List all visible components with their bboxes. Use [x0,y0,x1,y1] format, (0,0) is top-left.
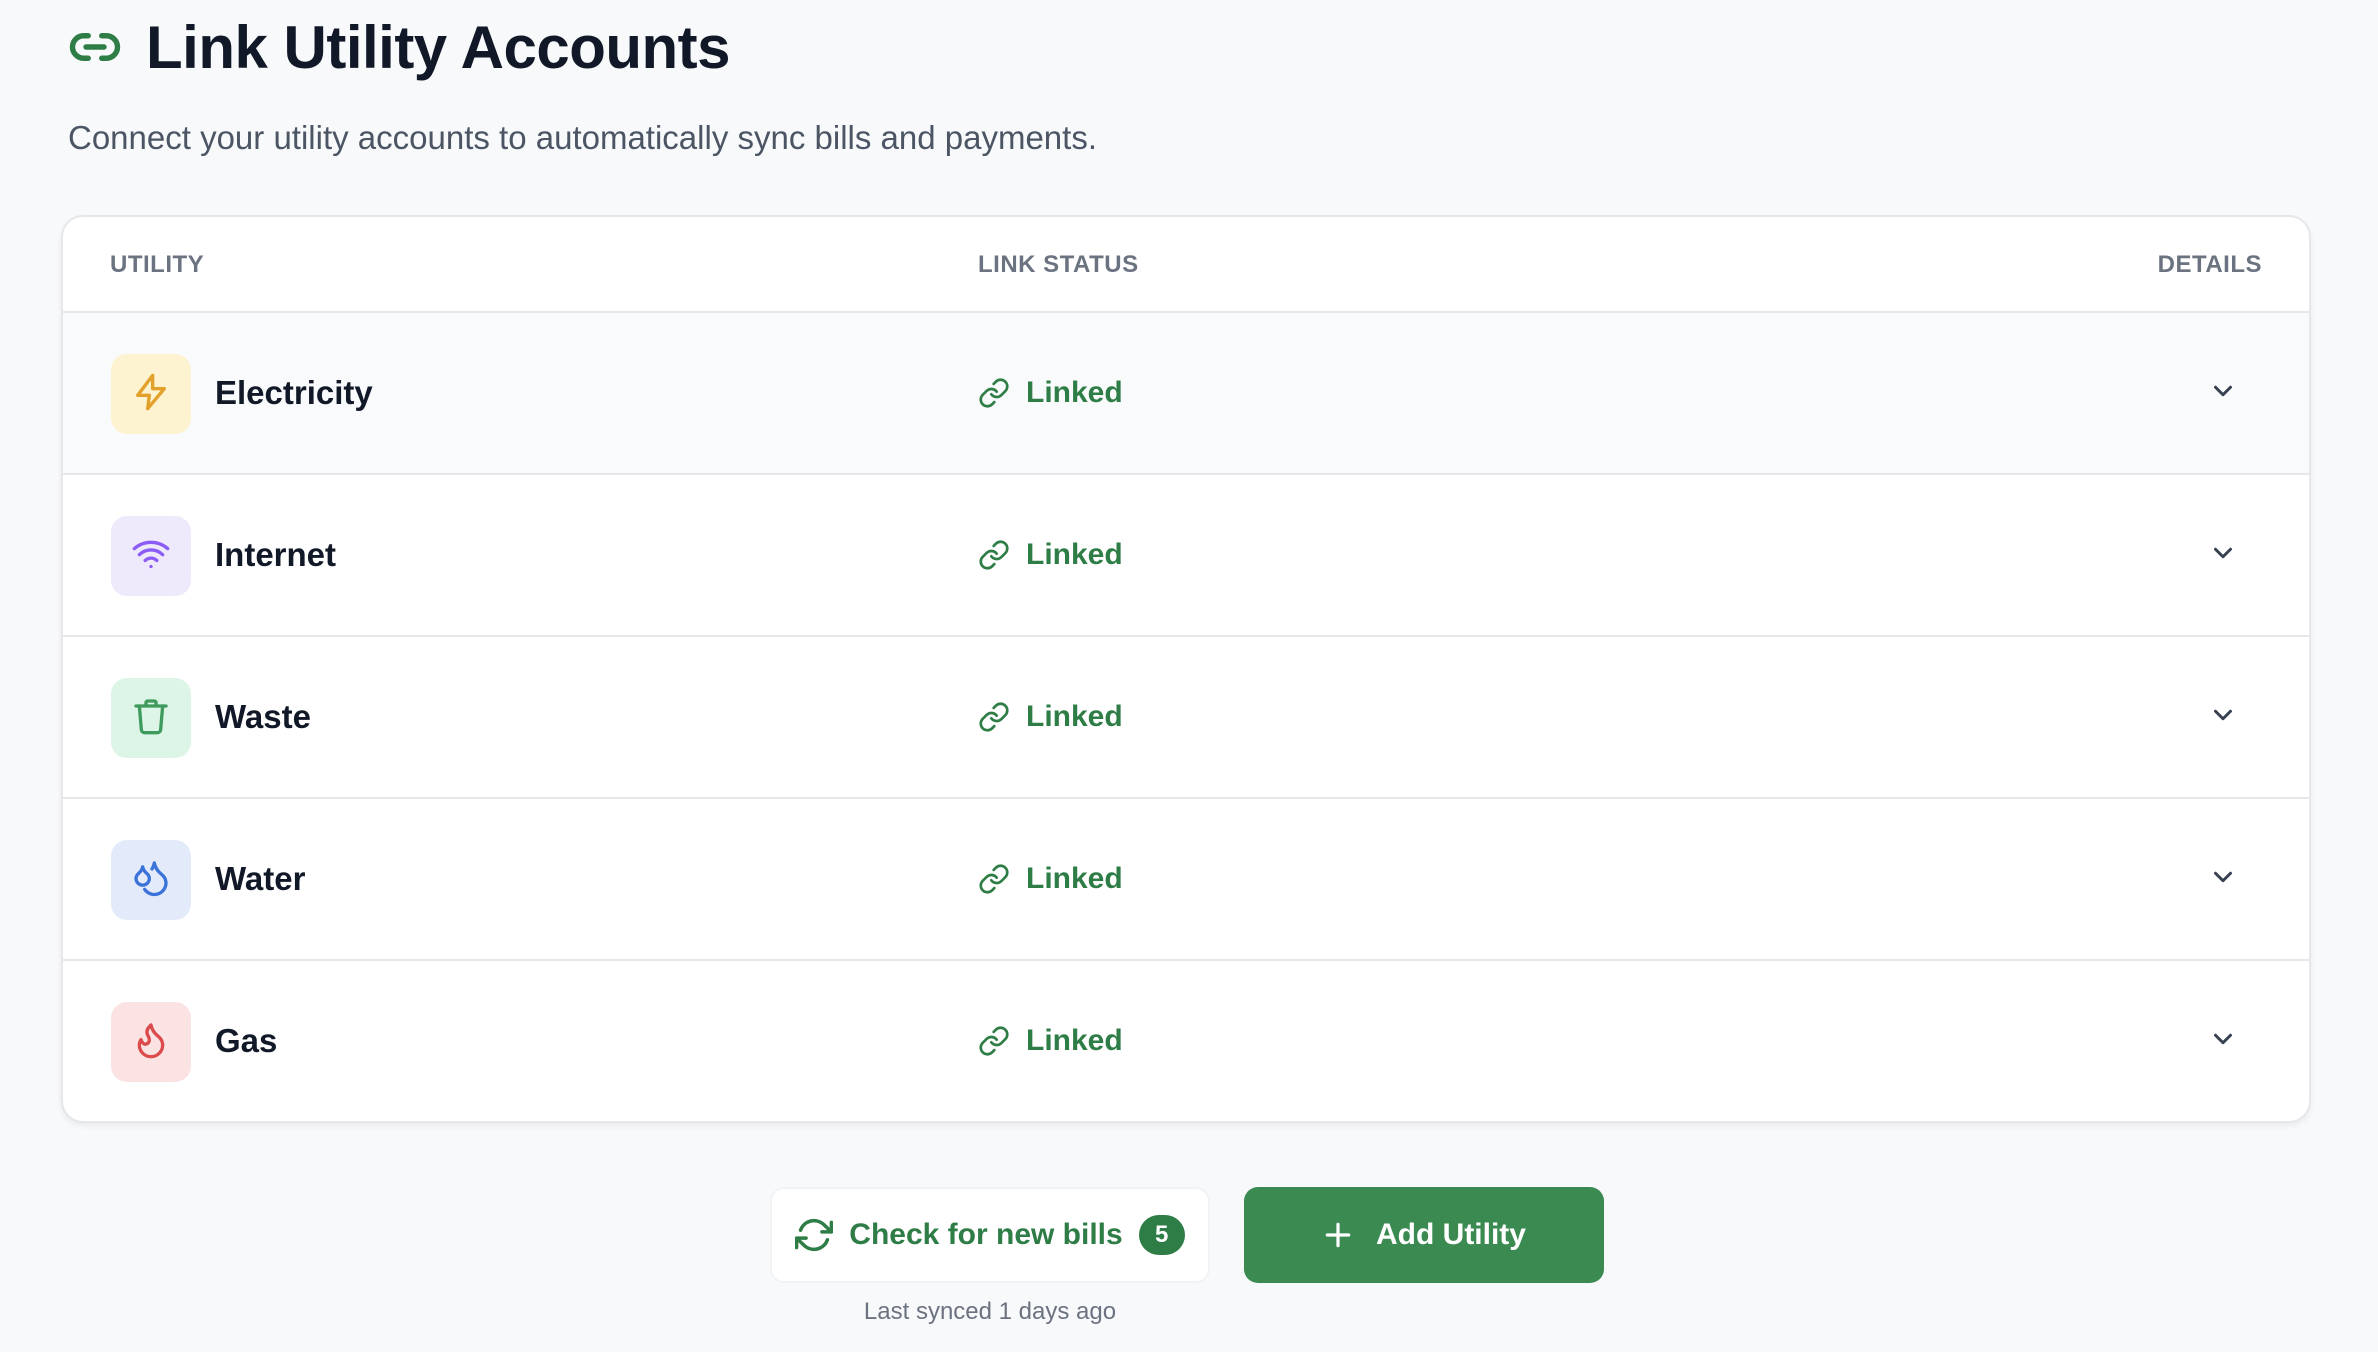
utilities-table: UTILITY LINK STATUS DETAILS Electricity [61,215,2311,1123]
link-status: Linked [978,475,1123,635]
internet-icon-tile [111,516,191,596]
plus-icon [1322,1218,1356,1252]
utility-name: Gas [215,1022,278,1059]
link-status-label: Linked [1026,538,1123,571]
table-row-electricity[interactable]: Electricity Linked [63,313,2309,475]
page-subtitle: Connect your utility accounts to automat… [68,119,1097,156]
table-header: UTILITY LINK STATUS DETAILS [63,217,2309,313]
link-status: Linked [978,637,1123,797]
water-icon-tile [111,840,191,920]
add-utility-label: Add Utility [1376,1218,1526,1251]
link-status-label: Linked [1026,376,1123,409]
utility-name: Electricity [215,374,373,411]
link-status: Linked [978,799,1123,959]
chevron-down-icon [2208,538,2238,573]
chevron-down-icon [2208,700,2238,735]
link-icon [978,538,1012,572]
waste-icon-tile [111,678,191,758]
table-row-water[interactable]: Water Linked [63,799,2309,961]
new-bills-count-badge: 5 [1138,1215,1185,1255]
utility-name: Water [215,860,306,897]
table-row-waste[interactable]: Waste Linked [63,637,2309,799]
link-status-label: Linked [1026,700,1123,733]
lightning-bolt-icon [131,372,171,417]
last-synced-text: Last synced 1 days ago [863,1298,1117,1325]
expand-details-button[interactable] [2201,371,2245,415]
chevron-down-icon [2208,862,2238,897]
column-header-utility: UTILITY [110,251,205,278]
link-icon [68,20,122,74]
actions-bar: Check for new bills 5 Add Utility [770,1187,1604,1283]
flame-icon [131,1020,171,1065]
column-header-link-status: LINK STATUS [978,251,1139,278]
wifi-icon [131,534,171,579]
trash-icon [131,696,171,741]
link-status: Linked [978,313,1123,473]
table-row-gas[interactable]: Gas Linked [63,961,2309,1121]
check-new-bills-button[interactable]: Check for new bills 5 [770,1187,1210,1283]
electricity-icon-tile [111,354,191,434]
water-drops-icon [131,858,171,903]
chevron-down-icon [2208,376,2238,411]
utility-name: Waste [215,698,311,735]
link-status-label: Linked [1026,1024,1123,1057]
expand-details-button[interactable] [2201,695,2245,739]
page-title: Link Utility Accounts [146,13,731,81]
link-icon [978,862,1012,896]
add-utility-button[interactable]: Add Utility [1244,1187,1604,1283]
gas-icon-tile [111,1002,191,1082]
expand-details-button[interactable] [2201,1019,2245,1063]
page-header: Link Utility Accounts Connect your utili… [68,14,1097,157]
check-new-bills-label: Check for new bills [849,1218,1123,1251]
expand-details-button[interactable] [2201,533,2245,577]
link-icon [978,1024,1012,1058]
refresh-icon [795,1215,835,1255]
column-header-details: DETAILS [2157,251,2262,278]
chevron-down-icon [2208,1024,2238,1059]
link-icon [978,376,1012,410]
utility-name: Internet [215,536,337,573]
page: Link Utility Accounts Connect your utili… [0,0,2378,1352]
link-icon [978,700,1012,734]
table-row-internet[interactable]: Internet Linked [63,475,2309,637]
link-status: Linked [978,961,1123,1121]
expand-details-button[interactable] [2201,857,2245,901]
link-status-label: Linked [1026,862,1123,895]
title-row: Link Utility Accounts [68,13,1097,81]
